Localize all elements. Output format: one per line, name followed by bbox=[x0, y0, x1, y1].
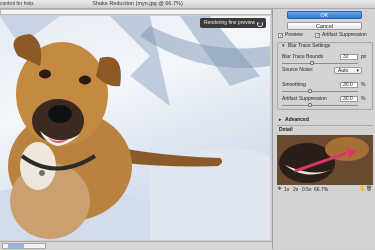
divider bbox=[277, 125, 373, 126]
smoothing-knob[interactable] bbox=[308, 89, 312, 93]
blur-trace-bounds-unit: px bbox=[361, 54, 367, 60]
detail-loupe-image bbox=[277, 135, 373, 185]
smoothing-slider[interactable] bbox=[282, 89, 358, 93]
zoom-indicator bbox=[8, 244, 24, 248]
rendering-status-badge: Rendering fine preview ... bbox=[200, 18, 266, 28]
chevron-down-icon: ▾ bbox=[356, 68, 359, 74]
cancel-button[interactable]: Cancel bbox=[287, 22, 362, 30]
detail-label: Detail bbox=[279, 127, 293, 133]
rendering-status-text: Rendering fine preview ... bbox=[204, 20, 261, 26]
artifact-suppression-slider[interactable] bbox=[282, 103, 358, 107]
blur-trace-bounds-slider[interactable] bbox=[282, 61, 358, 65]
artifact-suppression-unit: % bbox=[361, 96, 366, 102]
zoom-readout: 66.7% bbox=[314, 187, 329, 193]
artifact-suppression-checkbox[interactable]: ✓ bbox=[315, 33, 320, 39]
top-field-strip bbox=[0, 9, 272, 15]
zoom-2x-button[interactable]: 2x bbox=[293, 187, 298, 193]
move-icon[interactable]: ✥ bbox=[277, 187, 282, 192]
artifact-suppression-label: Artifact Suppression bbox=[322, 32, 367, 38]
smoothing-unit: % bbox=[361, 82, 366, 88]
zoom-half-button[interactable]: 0.5x bbox=[302, 187, 311, 193]
smoothing-label: Smoothing bbox=[282, 82, 306, 88]
settings-panel: OK Cancel ✓ Preview ✓ Artifact Suppressi… bbox=[272, 9, 375, 249]
chevron-down-icon[interactable]: ▾ bbox=[282, 43, 285, 49]
detail-loupe[interactable] bbox=[277, 135, 373, 185]
preview-checkbox[interactable]: ✓ bbox=[278, 33, 283, 39]
blur-trace-bounds-label: Blur Trace Bounds bbox=[282, 54, 324, 60]
blur-trace-settings-group: ▾ Blur Trace Settings Blur Trace Bounds … bbox=[277, 42, 373, 110]
spinner-icon bbox=[257, 21, 263, 27]
detail-toolbar: ✥ 1x 2x 0.5x 66.7% ✋ 🗑 bbox=[277, 187, 373, 194]
source-noise-label: Source Noise: bbox=[282, 67, 314, 73]
artifact-suppression-input[interactable]: 30.0 bbox=[340, 96, 358, 102]
artifact-suppression-knob[interactable] bbox=[308, 103, 312, 107]
blur-trace-bounds-knob[interactable] bbox=[310, 61, 314, 65]
trash-icon[interactable]: 🗑 bbox=[366, 187, 372, 192]
hand-icon[interactable]: ✋ bbox=[359, 187, 365, 192]
window-title: Shake Reduction (myo.jpg @ 66.7%) bbox=[92, 1, 183, 7]
preview-label: Preview bbox=[285, 32, 303, 38]
blur-trace-bounds-input[interactable]: 32 bbox=[340, 54, 358, 60]
preview-canvas[interactable] bbox=[0, 16, 270, 240]
source-noise-value: Auto bbox=[338, 68, 349, 74]
title-bar: control for help. Shake Reduction (myo.j… bbox=[0, 0, 375, 9]
zoom-1x-button[interactable]: 1x bbox=[284, 187, 289, 193]
source-noise-select[interactable]: Auto ▾ bbox=[334, 67, 362, 74]
chevron-right-icon[interactable]: ▸ bbox=[279, 117, 282, 123]
blur-trace-settings-title: Blur Trace Settings bbox=[288, 43, 331, 49]
artifact-suppression-setting-label: Artifact Suppression bbox=[282, 96, 327, 102]
advanced-section-toggle[interactable]: Advanced bbox=[285, 117, 309, 123]
smoothing-input[interactable]: 30.0 bbox=[340, 82, 358, 88]
ok-button[interactable]: OK bbox=[287, 11, 362, 19]
dog-photo bbox=[0, 16, 270, 240]
